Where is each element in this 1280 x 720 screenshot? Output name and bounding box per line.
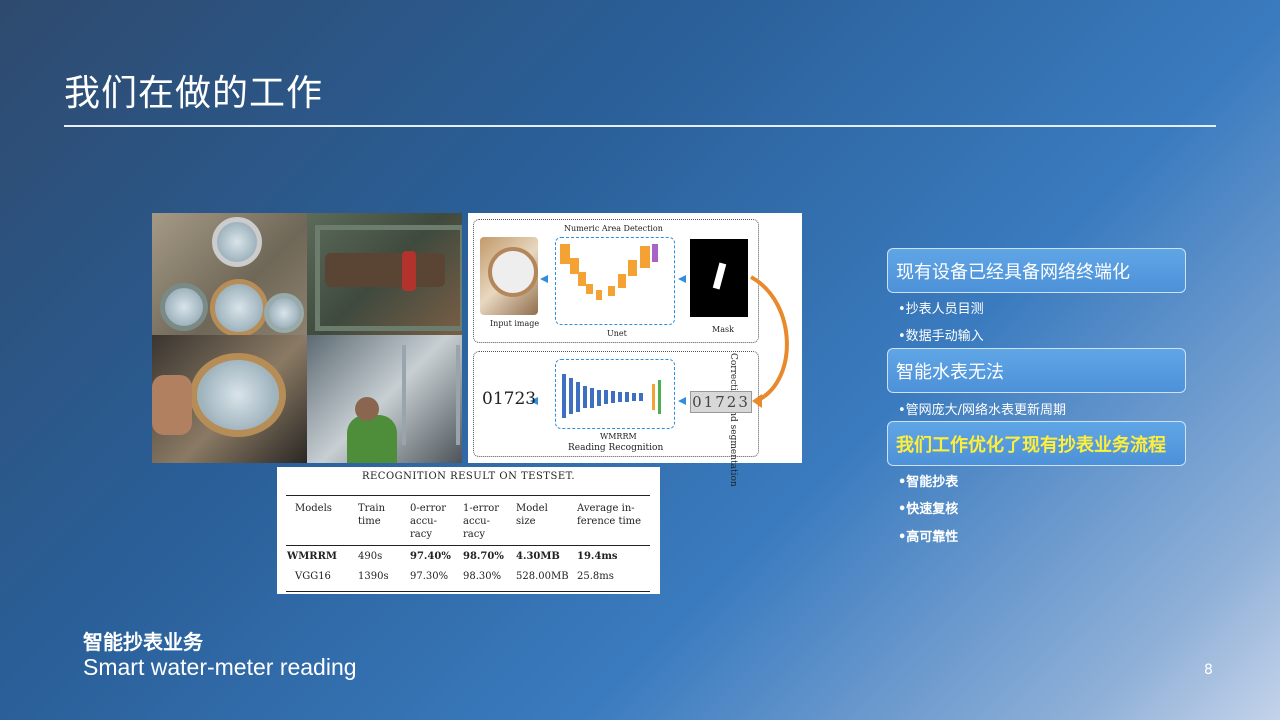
slide: 我们在做的工作 Numeric Area Detection Input ima…: [0, 0, 1280, 720]
panel-bullet: •智能抄表: [898, 475, 959, 490]
panel-bullet: •数据手动输入: [898, 329, 984, 344]
mask-image: [690, 239, 748, 317]
unet-label: Unet: [607, 329, 627, 338]
recognition-results-table: RECOGNITION RESULT ON TESTSET. Models Tr…: [277, 467, 660, 594]
table-cell: 19.4ms: [577, 551, 618, 562]
table-header-cell: Model size: [516, 503, 548, 527]
panel-bullet: •管网庞大/网络水表更新周期: [898, 403, 1067, 418]
table-top-rule: [286, 495, 650, 496]
correction-label: Correction and segmentation: [728, 353, 738, 487]
table-cell: 25.8ms: [577, 571, 614, 582]
photo-meters-in-soil: [152, 213, 307, 337]
reading-recognition-label: Reading Recognition: [568, 443, 664, 453]
panel-bullet: •抄表人员目测: [898, 302, 984, 317]
table-bottom-rule: [286, 591, 650, 592]
photo-meter-pit: [307, 213, 462, 335]
table-header-cell: Models: [295, 503, 332, 514]
photo-handheld-meter: [152, 335, 307, 463]
panel-box-smart-meter-limit: 智能水表无法: [887, 348, 1186, 393]
table-cell: WMRRM: [287, 551, 337, 562]
panel-box-network-ready: 现有设备已经具备网络终端化: [887, 248, 1186, 293]
table-header-cell: 1-error accu- racy: [463, 503, 500, 540]
result-reading: 01723: [482, 389, 537, 409]
table-cell: 528.00MB: [516, 571, 569, 582]
table-header-rule: [286, 545, 650, 546]
table-cell: VGG16: [295, 571, 331, 582]
table-caption: RECOGNITION RESULT ON TESTSET.: [361, 471, 576, 482]
slide-title: 我们在做的工作: [64, 73, 324, 114]
section-subtitle-english: Smart water-meter reading: [83, 654, 357, 680]
panel-bullet: •高可靠性: [898, 530, 959, 545]
table-cell: 4.30MB: [516, 551, 560, 562]
unet-blocks: [560, 244, 658, 300]
table-cell: 98.70%: [463, 551, 504, 562]
table-header-cell: Train time: [358, 503, 386, 527]
page-number: 8: [1204, 662, 1213, 678]
table-header-cell: Average in- ference time: [577, 503, 642, 527]
table-cell: 97.40%: [410, 551, 451, 562]
digit-crop: 01723: [690, 391, 752, 413]
mask-label: Mask: [712, 325, 734, 334]
wmrrm-frame: [555, 359, 675, 429]
wmrrm-label: WMRRM: [600, 432, 637, 441]
panel-box-our-work: 我们工作优化了现有抄表业务流程: [887, 421, 1186, 466]
panel-bullet: •快速复核: [898, 502, 959, 517]
wmrrm-pipeline-diagram: Numeric Area Detection Input image Unet …: [468, 213, 802, 487]
table-cell: 98.30%: [463, 571, 502, 582]
title-divider: [64, 125, 1216, 127]
table-header-cell: 0-error accu- racy: [410, 503, 447, 540]
photo-meter-reader-worker: [307, 335, 462, 463]
section-subtitle: 智能抄表业务: [83, 630, 203, 654]
table-cell: 1390s: [358, 571, 389, 582]
unet-frame: [555, 237, 675, 325]
meter-photo-collage: [152, 213, 462, 463]
table-cell: 490s: [358, 551, 383, 562]
wmrrm-blocks: [562, 374, 661, 418]
table-cell: 97.30%: [410, 571, 449, 582]
